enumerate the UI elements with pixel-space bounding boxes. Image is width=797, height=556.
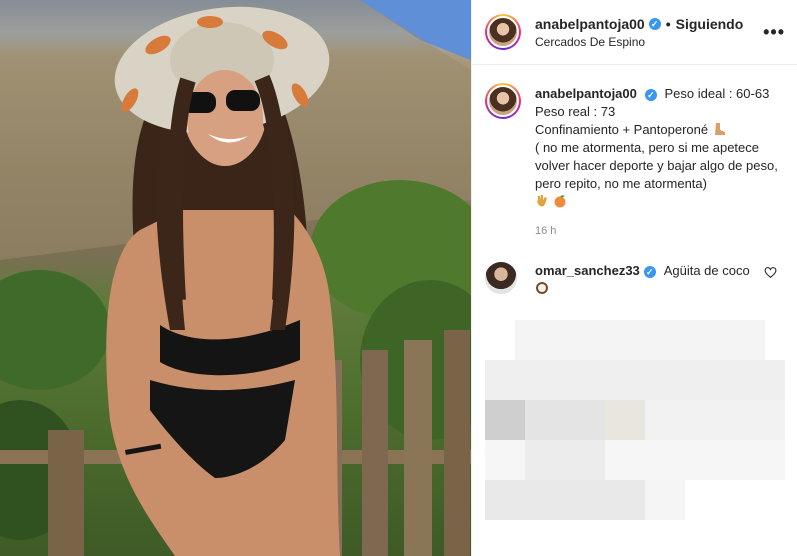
caption-username[interactable]: anabelpantoja00 — [535, 86, 637, 101]
peach-emoji-icon — [554, 195, 566, 208]
hand-emoji-icon — [537, 195, 547, 207]
post-header: anabelpantoja00 ✓ • Siguiendo Cercados D… — [472, 0, 797, 65]
post-body: anabelpantoja00 ✓ Peso ideal : 60-63 Peso… — [472, 65, 797, 298]
comment-text-block: omar_sanchez33 ✓ Agüita de coco — [535, 262, 765, 298]
comment-text: Agüita de coco — [663, 263, 750, 278]
caption-emojis — [535, 193, 783, 211]
more-options-icon[interactable]: ••• — [763, 22, 785, 43]
verified-badge-icon: ✓ — [643, 266, 656, 278]
foot-emoji-icon — [714, 123, 725, 135]
comment-item: omar_sanchez33 ✓ Agüita de coco — [485, 262, 783, 298]
verified-badge-icon: ✓ — [648, 17, 661, 30]
caption-text: anabelpantoja00 ✓ Peso ideal : 60-63 Peso… — [535, 85, 783, 240]
following-button[interactable]: Siguiendo — [676, 16, 744, 32]
blurred-comments-area — [485, 320, 785, 556]
commenter-avatar[interactable] — [485, 262, 517, 294]
post-photo[interactable] — [0, 0, 471, 556]
location-link[interactable]: Cercados De Espino — [535, 35, 763, 49]
post-timestamp[interactable]: 16 h — [535, 222, 783, 240]
post-sidebar: anabelpantoja00 ✓ • Siguiendo Cercados D… — [471, 0, 797, 556]
caption-avatar[interactable] — [485, 83, 521, 119]
header-text: anabelpantoja00 ✓ • Siguiendo Cercados D… — [535, 16, 763, 49]
verified-badge-icon: ✓ — [644, 89, 657, 101]
commenter-username[interactable]: omar_sanchez33 — [535, 263, 640, 278]
heart-outline-icon[interactable] — [764, 266, 777, 279]
caption-line-2: Peso real : 73 — [535, 104, 616, 119]
author-avatar[interactable] — [485, 14, 521, 50]
caption-line-3: Confinamiento + Pantoperoné — [535, 122, 709, 137]
caption: anabelpantoja00 ✓ Peso ideal : 60-63 Peso… — [485, 83, 783, 240]
header-row: anabelpantoja00 ✓ • Siguiendo — [535, 16, 763, 32]
coconut-emoji-icon — [536, 282, 548, 294]
author-username[interactable]: anabelpantoja00 — [535, 16, 645, 32]
separator-dot: • — [665, 15, 671, 32]
caption-line-4: ( no me atormenta, pero si me apetece vo… — [535, 140, 778, 191]
photo-illustration — [0, 0, 471, 556]
caption-line-1: Peso ideal : 60-63 — [664, 86, 770, 101]
